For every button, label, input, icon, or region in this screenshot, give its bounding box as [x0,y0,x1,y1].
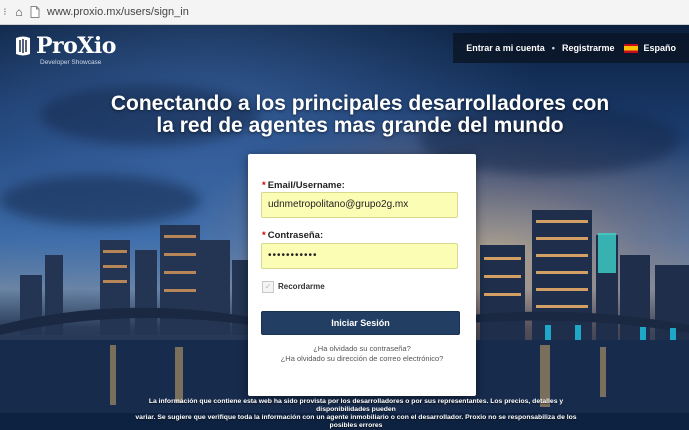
login-link[interactable]: Entrar a mi cuenta [466,43,545,53]
email-label: * Email/Username: [262,180,345,191]
brand-logo[interactable]: ProXio Developer Showcase [14,33,116,66]
logo-icon [16,36,30,56]
spain-flag-icon[interactable] [624,43,639,53]
remember-checkbox[interactable]: ✓ [262,281,274,293]
login-card: * Email/Username: udnmetropolitano@grupo2… [248,154,476,396]
password-label-text: Contraseña: [267,230,324,241]
email-label-text: Email/Username: [267,180,345,191]
sign-in-button[interactable]: Iniciar Sesión [261,311,460,335]
language-selector[interactable]: Españo [643,43,676,53]
headline-line-1: Conectando a los principales desarrollad… [110,92,610,115]
password-field[interactable]: ••••••••••• [261,243,458,269]
home-icon[interactable]: ⌂ [10,5,28,19]
brand-name: ProXio [36,33,116,59]
password-label: * Contraseña: [262,230,323,241]
hero-headline: Conectando a los principales desarrollad… [0,93,689,137]
register-link[interactable]: Registrarme [562,43,615,53]
required-marker: * [262,180,266,191]
email-field[interactable]: udnmetropolitano@grupo2g.mx [261,192,458,218]
required-marker: * [262,230,266,241]
forgot-email-link[interactable]: ¿Ha olvidado su dirección de correo elec… [248,354,476,363]
account-nav: Entrar a mi cuenta • Registrarme Españo [453,33,689,63]
disclaimer-line-2: variar. Se sugiere que verifique toda la… [135,414,577,429]
page-icon [28,5,42,19]
url-field[interactable]: www.proxio.mx/users/sign_in [47,6,189,18]
disclaimer-line-1: La información que contiene esta web ha … [148,398,564,413]
browser-menu-icon[interactable]: ⁝ [0,7,10,18]
nav-separator: • [551,43,555,53]
disclaimer-text: La información que contiene esta web ha … [126,398,586,430]
top-navigation-bar: ProXio Developer Showcase Entrar a mi cu… [0,25,689,71]
remember-label: Recordarme [278,282,325,291]
brand-tagline: Developer Showcase [40,59,102,66]
forgot-password-link[interactable]: ¿Ha olvidado su contraseña? [248,344,476,353]
browser-address-bar: ⁝ ⌂ www.proxio.mx/users/sign_in [0,0,689,25]
headline-line-2: la red de agentes mas grande del mundo [156,114,564,137]
